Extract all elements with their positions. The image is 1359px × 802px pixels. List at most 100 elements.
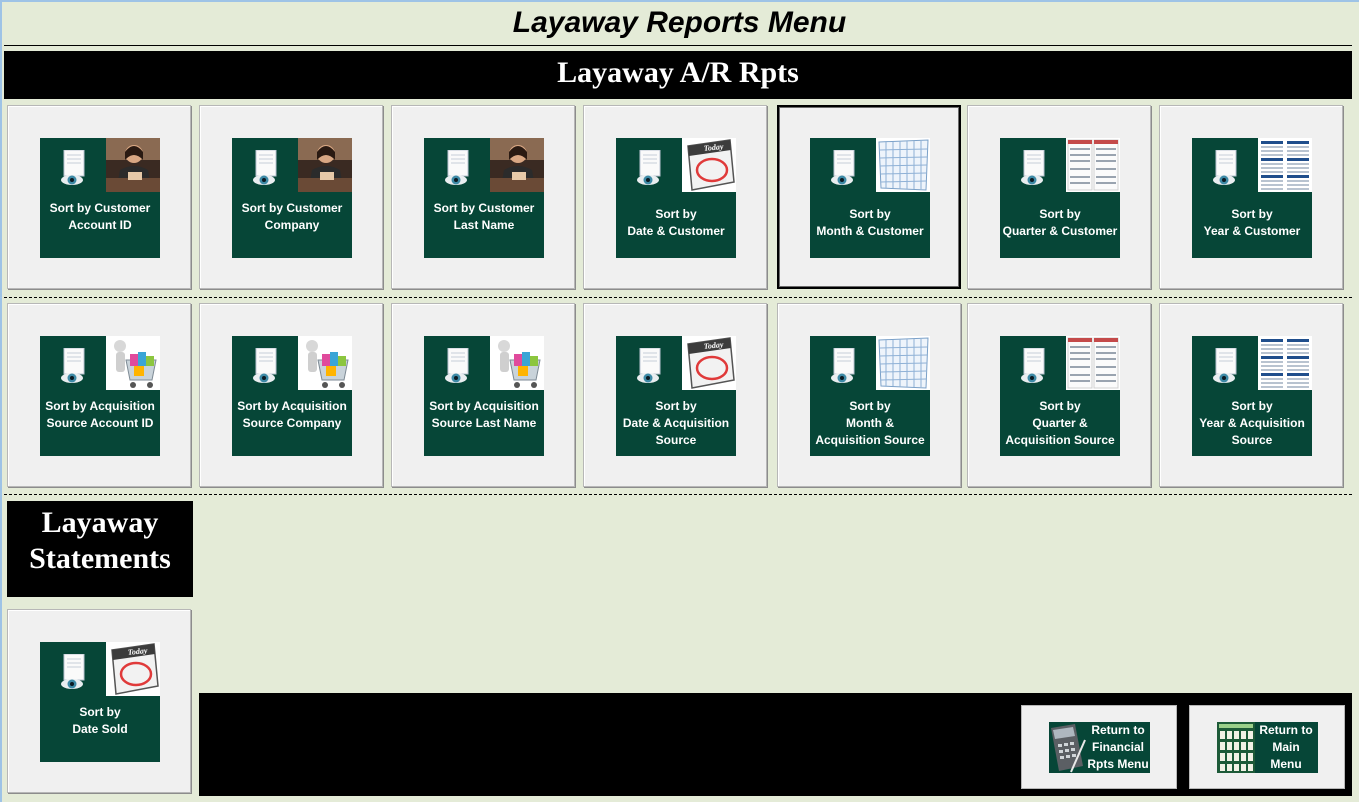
button-label-line1: Sort by xyxy=(849,399,891,413)
return-to-financial-rpts-menu-button[interactable]: Return to Financial Rpts Menu xyxy=(1021,705,1177,789)
report-tile: Sort by Customer Company xyxy=(232,138,352,258)
view-report-icon xyxy=(252,348,277,384)
view-report-icon xyxy=(1020,150,1045,186)
sort-by-date-and-customer-button[interactable]: Sort by Date & Customer xyxy=(583,105,767,289)
nav-tile: Return to Main Menu xyxy=(1217,722,1318,773)
sort-by-year-and-acquisition-source-button[interactable]: Sort by Year & Acquisition Source xyxy=(1159,303,1343,487)
window-left-border xyxy=(0,0,2,802)
report-tile: Sort by Month & Acquisition Source xyxy=(810,336,930,456)
nav-label: Return to Financial Rpts Menu xyxy=(1085,722,1151,773)
statements-header-line1: Layaway xyxy=(41,506,159,539)
button-label: Sort by Year & Acquisition Source xyxy=(1192,398,1312,449)
view-report-icon xyxy=(444,348,469,384)
sort-by-date-sold-button[interactable]: Sort by Date Sold xyxy=(7,609,191,793)
view-report-icon xyxy=(60,348,85,384)
return-to-main-menu-button[interactable]: Return to Main Menu xyxy=(1189,705,1345,789)
customer-photo-icon xyxy=(490,138,544,192)
button-label-line2: Quarter & xyxy=(1032,416,1088,430)
button-label-line1: Sort by xyxy=(1231,207,1273,221)
quarter-calendar-icon xyxy=(1066,138,1120,192)
sort-by-acquisition-source-last-name-button[interactable]: Sort by Acquisition Source Last Name xyxy=(391,303,575,487)
button-label-line2: Source Account ID xyxy=(46,416,154,430)
shopping-cart-icon xyxy=(106,336,160,390)
shopping-cart-icon xyxy=(490,336,544,390)
nav-label-line2: Financial xyxy=(1091,740,1144,754)
sort-by-customer-company-button[interactable]: Sort by Customer Company xyxy=(199,105,383,289)
report-tile: Sort by Year & Customer xyxy=(1192,138,1312,258)
calculator-icon xyxy=(1049,722,1087,773)
shopping-cart-icon xyxy=(298,336,352,390)
month-calendar-icon xyxy=(876,138,930,192)
nav-label: Return to Main Menu xyxy=(1253,722,1319,773)
button-label-line2: Month & Customer xyxy=(816,224,924,238)
button-label-line3: Source xyxy=(655,433,697,447)
window-top-border xyxy=(0,0,1359,2)
button-label: Sort by Quarter & Customer xyxy=(1000,206,1120,240)
statements-header: Layaway Statements xyxy=(7,501,193,597)
button-label-line1: Sort by xyxy=(655,399,697,413)
month-calendar-icon xyxy=(876,336,930,390)
button-label: Sort by Year & Customer xyxy=(1192,206,1312,240)
sort-by-customer-account-id-button[interactable]: Sort by Customer Account ID xyxy=(7,105,191,289)
today-calendar-icon xyxy=(106,642,160,696)
button-label: Sort by Acquisition Source Last Name xyxy=(424,398,544,432)
button-label-line1: Sort by xyxy=(1039,207,1081,221)
button-label: Sort by Acquisition Source Account ID xyxy=(40,398,160,432)
report-tile: Sort by Year & Acquisition Source xyxy=(1192,336,1312,456)
button-label-line3: Source xyxy=(1231,433,1273,447)
sort-by-date-and-acquisition-source-button[interactable]: Sort by Date & Acquisition Source xyxy=(583,303,767,487)
button-label-line1: Sort by xyxy=(1231,399,1273,413)
view-report-icon xyxy=(60,150,85,186)
report-tile: Sort by Acquisition Source Last Name xyxy=(424,336,544,456)
button-label-line1: Sort by Acquisition xyxy=(45,399,155,413)
view-report-icon xyxy=(444,150,469,186)
view-report-icon xyxy=(60,654,85,690)
customer-photo-icon xyxy=(298,138,352,192)
nav-label-line1: Return to xyxy=(1259,723,1313,737)
button-label-line2: Company xyxy=(264,218,320,232)
sort-by-customer-last-name-button[interactable]: Sort by Customer Last Name xyxy=(391,105,575,289)
sort-by-acquisition-source-company-button[interactable]: Sort by Acquisition Source Company xyxy=(199,303,383,487)
button-label: Sort by Month & Acquisition Source xyxy=(810,398,930,449)
button-label-line2: Date Sold xyxy=(72,722,128,736)
view-report-icon xyxy=(830,150,855,186)
button-label-line1: Sort by xyxy=(1039,399,1081,413)
nav-label-line1: Return to xyxy=(1091,723,1145,737)
button-label-line1: Sort by Acquisition xyxy=(429,399,539,413)
button-label: Sort by Date & Acquisition Source xyxy=(616,398,736,449)
view-report-icon xyxy=(1020,348,1045,384)
report-tile: Sort by Month & Customer xyxy=(810,138,930,258)
button-label: Sort by Acquisition Source Company xyxy=(232,398,352,432)
sort-by-acquisition-source-account-id-button[interactable]: Sort by Acquisition Source Account ID xyxy=(7,303,191,487)
view-report-icon xyxy=(1212,150,1237,186)
menu-grid-icon xyxy=(1217,722,1255,773)
button-label: Sort by Month & Customer xyxy=(810,206,930,240)
report-tile: Sort by Customer Account ID xyxy=(40,138,160,258)
sort-by-year-and-customer-button[interactable]: Sort by Year & Customer xyxy=(1159,105,1343,289)
button-label-line1: Sort by Customer xyxy=(241,201,343,215)
button-label: Sort by Date Sold xyxy=(40,704,160,738)
row-divider xyxy=(4,297,1352,298)
button-label: Sort by Date & Customer xyxy=(616,206,736,240)
report-tile: Sort by Date & Acquisition Source xyxy=(616,336,736,456)
button-label-line2: Account ID xyxy=(68,218,132,232)
row-divider xyxy=(4,494,1352,495)
year-calendar-icon xyxy=(1258,138,1312,192)
view-report-icon xyxy=(1212,348,1237,384)
report-tile: Sort by Quarter & Acquisition Source xyxy=(1000,336,1120,456)
report-tile: Sort by Acquisition Source Company xyxy=(232,336,352,456)
sort-by-month-and-acquisition-source-button[interactable]: Sort by Month & Acquisition Source xyxy=(777,303,961,487)
button-label: Sort by Customer Account ID xyxy=(40,200,160,234)
sort-by-quarter-and-acquisition-source-button[interactable]: Sort by Quarter & Acquisition Source xyxy=(967,303,1151,487)
today-calendar-icon xyxy=(682,336,736,390)
button-label: Sort by Customer Last Name xyxy=(424,200,544,234)
sort-by-month-and-customer-button[interactable]: Sort by Month & Customer xyxy=(777,105,961,289)
report-tile: Sort by Quarter & Customer xyxy=(1000,138,1120,258)
sort-by-quarter-and-customer-button[interactable]: Sort by Quarter & Customer xyxy=(967,105,1151,289)
report-tile: Sort by Date Sold xyxy=(40,642,160,762)
view-report-icon xyxy=(830,348,855,384)
report-tile: Sort by Date & Customer xyxy=(616,138,736,258)
button-label-line2: Quarter & Customer xyxy=(1002,224,1118,238)
button-label-line2: Year & Acquisition xyxy=(1199,416,1305,430)
report-tile: Sort by Customer Last Name xyxy=(424,138,544,258)
